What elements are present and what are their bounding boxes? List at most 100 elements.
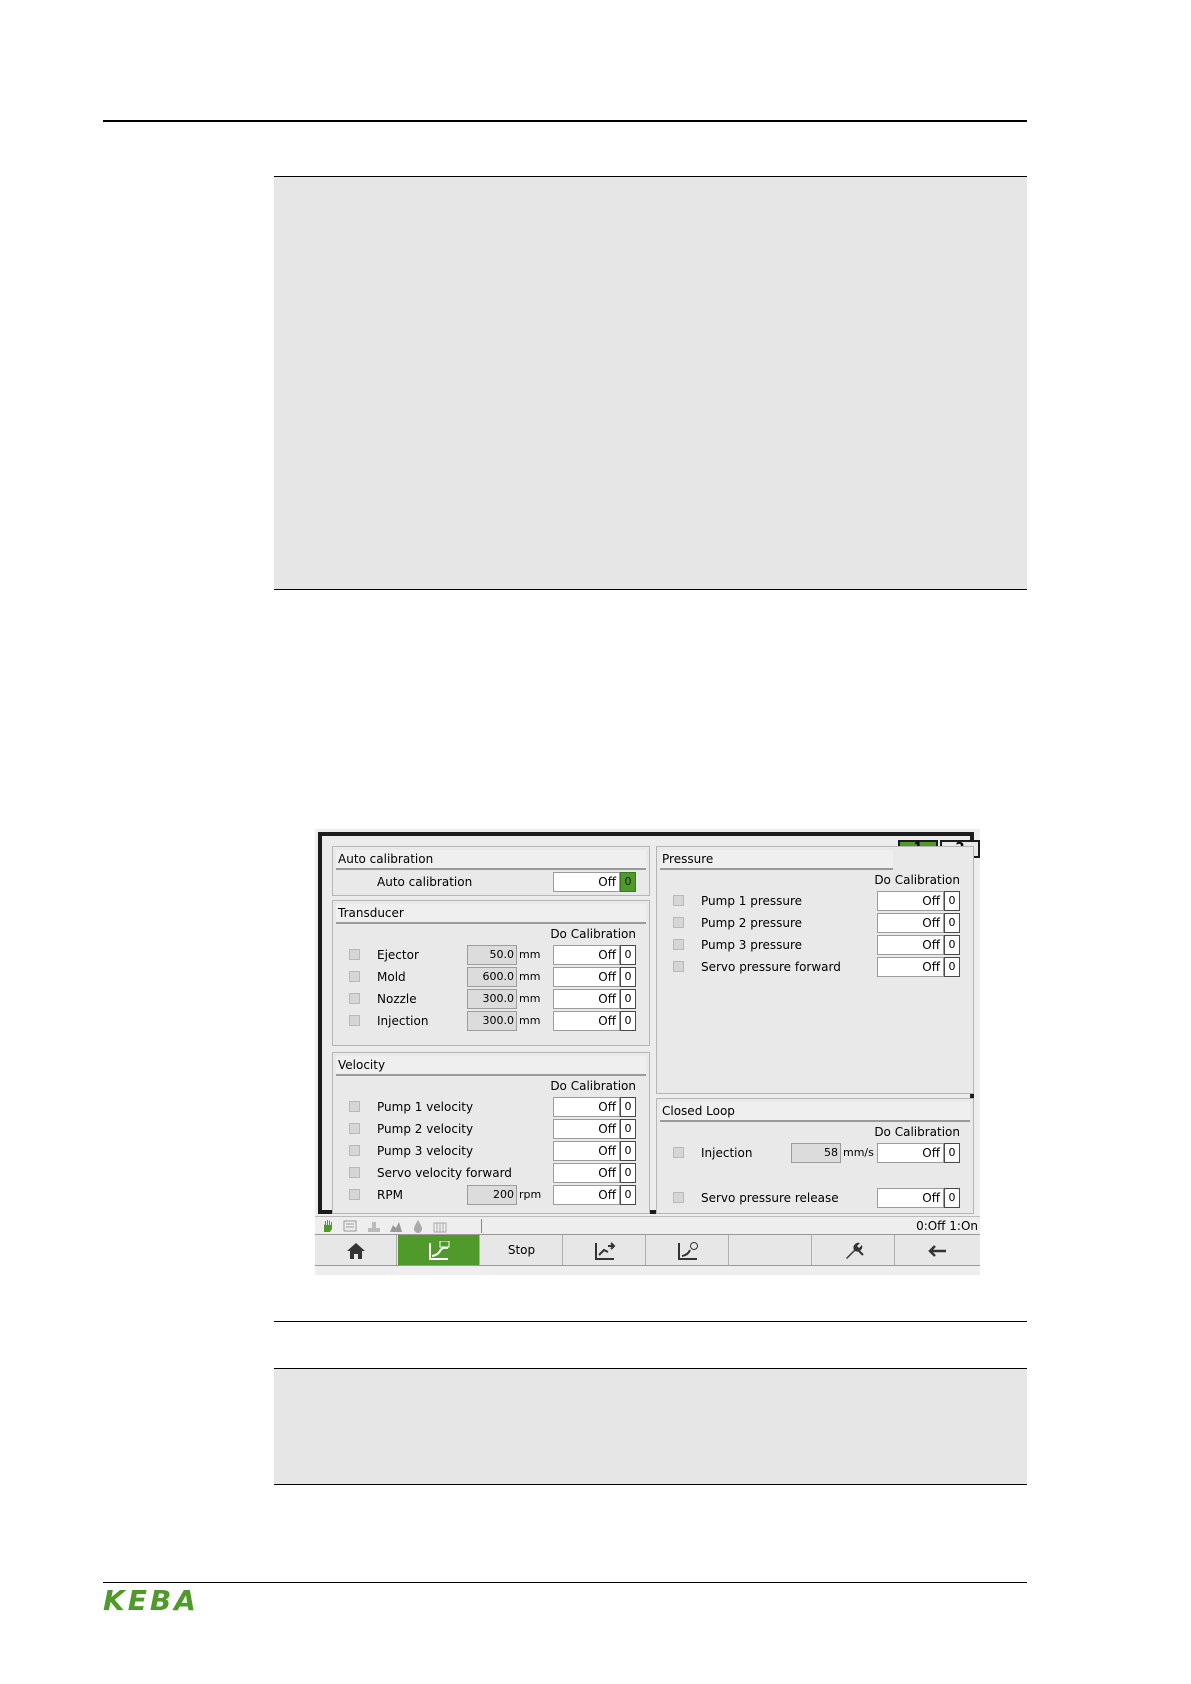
velocity-code[interactable]: 0 <box>620 1163 636 1183</box>
pressure-code[interactable]: 0 <box>944 957 960 977</box>
velocity-unit: rpm <box>519 1188 542 1201</box>
transducer-code[interactable]: 0 <box>620 989 636 1009</box>
auto-calibration-state[interactable]: Off <box>553 872 620 892</box>
softkey-service[interactable] <box>813 1235 895 1265</box>
velocity-checkbox[interactable] <box>349 1145 360 1156</box>
transducer-title: Transducer <box>336 904 646 924</box>
transducer-do-calibration-header: Do Calibration <box>550 927 636 941</box>
softkey-auto-calibration[interactable] <box>398 1235 480 1265</box>
mold-icon <box>368 1222 380 1232</box>
transducer-checkbox[interactable] <box>349 1015 360 1026</box>
pressure-code[interactable]: 0 <box>944 891 960 911</box>
velocity-state[interactable]: Off <box>553 1097 620 1117</box>
velocity-state[interactable]: Off <box>553 1185 620 1205</box>
velocity-code[interactable]: 0 <box>620 1141 636 1161</box>
transducer-unit: mm <box>519 1014 541 1027</box>
transducer-value: 600.0 <box>467 967 517 987</box>
closed-loop-label: Servo pressure release <box>701 1191 839 1205</box>
list-icon <box>343 1220 357 1232</box>
velocity-state[interactable]: Off <box>553 1119 620 1139</box>
velocity-panel: Velocity Do Calibration Pump 1 velocity … <box>332 1052 650 1214</box>
wrench-icon <box>845 1242 864 1259</box>
closed-loop-code[interactable]: 0 <box>944 1188 960 1208</box>
transducer-label: Mold <box>377 970 406 984</box>
velocity-label: Pump 2 velocity <box>377 1122 474 1136</box>
velocity-code[interactable]: 0 <box>620 1185 636 1205</box>
note-block-bottom <box>274 1369 1027 1484</box>
closed-loop-state[interactable]: Off <box>877 1143 944 1163</box>
closed-loop-checkbox[interactable] <box>673 1147 684 1158</box>
auto-calibration-icon <box>428 1240 449 1260</box>
hand-icon <box>324 1220 332 1232</box>
transducer-unit: mm <box>519 992 541 1005</box>
velocity-checkbox[interactable] <box>349 1101 360 1112</box>
pressure-checkbox[interactable] <box>673 917 684 928</box>
note-block-top <box>274 177 1027 589</box>
pressure-label: Pump 3 pressure <box>701 938 803 952</box>
transducer-code[interactable]: 0 <box>620 1011 636 1031</box>
transducer-code[interactable]: 0 <box>620 945 636 965</box>
transducer-code[interactable]: 0 <box>620 967 636 987</box>
pressure-checkbox[interactable] <box>673 939 684 950</box>
auto-calibration-panel: Auto calibration Auto calibration Off 0 <box>332 846 650 896</box>
back-arrow-icon <box>928 1244 946 1257</box>
transducer-label: Nozzle <box>377 992 417 1006</box>
transducer-state[interactable]: Off <box>553 1011 620 1031</box>
softkey-empty[interactable] <box>730 1235 812 1265</box>
transducer-checkbox[interactable] <box>349 993 360 1004</box>
velocity-label: Servo velocity forward <box>377 1166 512 1180</box>
velocity-checkbox[interactable] <box>349 1123 360 1134</box>
velocity-checkbox[interactable] <box>349 1167 360 1178</box>
velocity-checkbox[interactable] <box>349 1189 360 1200</box>
velocity-do-calibration-header: Do Calibration <box>550 1079 636 1093</box>
closed-loop-unit: mm/s <box>843 1146 874 1159</box>
pressure-checkbox[interactable] <box>673 961 684 972</box>
transducer-state[interactable]: Off <box>553 989 620 1009</box>
softkey-curve-timer[interactable] <box>647 1235 729 1265</box>
pressure-state[interactable]: Off <box>877 957 944 977</box>
pressure-code[interactable]: 0 <box>944 913 960 933</box>
transducer-checkbox[interactable] <box>349 949 360 960</box>
keba-logo: KEBA <box>103 1584 223 1617</box>
velocity-state[interactable]: Off <box>553 1163 620 1183</box>
velocity-code[interactable]: 0 <box>620 1097 636 1117</box>
auto-calibration-title: Auto calibration <box>336 850 646 870</box>
pressure-code[interactable]: 0 <box>944 935 960 955</box>
velocity-label: Pump 1 velocity <box>377 1100 474 1114</box>
closed-loop-code[interactable]: 0 <box>944 1143 960 1163</box>
pressure-title: Pressure <box>660 850 893 870</box>
curve-out-icon <box>594 1241 615 1260</box>
pressure-state[interactable]: Off <box>877 913 944 933</box>
svg-text:KEBA: KEBA <box>103 1586 199 1614</box>
softkey-stop[interactable]: Stop <box>481 1235 563 1265</box>
softkey-back[interactable] <box>896 1235 978 1265</box>
transducer-state[interactable]: Off <box>553 967 620 987</box>
status-bar: 0:Off 1:On <box>315 1216 980 1235</box>
pressure-state[interactable]: Off <box>877 935 944 955</box>
velocity-code[interactable]: 0 <box>620 1119 636 1139</box>
transducer-checkbox[interactable] <box>349 971 360 982</box>
note-bottom-rule <box>274 589 1027 590</box>
velocity-title: Velocity <box>336 1056 646 1076</box>
velocity-label: Pump 3 velocity <box>377 1144 474 1158</box>
auto-calibration-code[interactable]: 0 <box>620 872 636 892</box>
hmi-screenshot: Auto calibration Auto calibration Off 0 … <box>315 829 980 1275</box>
closed-loop-checkbox[interactable] <box>673 1192 684 1203</box>
pressure-label: Servo pressure forward <box>701 960 841 974</box>
softkey-curve-out[interactable] <box>564 1235 646 1265</box>
pressure-label: Pump 2 pressure <box>701 916 803 930</box>
transducer-unit: mm <box>519 970 541 983</box>
transducer-value: 300.0 <box>467 989 517 1009</box>
closed-loop-state[interactable]: Off <box>877 1188 944 1208</box>
transducer-state[interactable]: Off <box>553 945 620 965</box>
pressure-state[interactable]: Off <box>877 891 944 911</box>
softkey-bar: Stop <box>315 1234 980 1266</box>
closed-loop-panel: Closed Loop Do Calibration Injection 58 … <box>656 1098 974 1214</box>
velocity-state[interactable]: Off <box>553 1141 620 1161</box>
transducer-unit: mm <box>519 948 541 961</box>
softkey-home[interactable] <box>315 1235 397 1265</box>
chart-icon <box>390 1222 402 1232</box>
home-icon <box>346 1242 365 1259</box>
auto-calibration-label: Auto calibration <box>377 875 473 889</box>
pressure-checkbox[interactable] <box>673 895 684 906</box>
